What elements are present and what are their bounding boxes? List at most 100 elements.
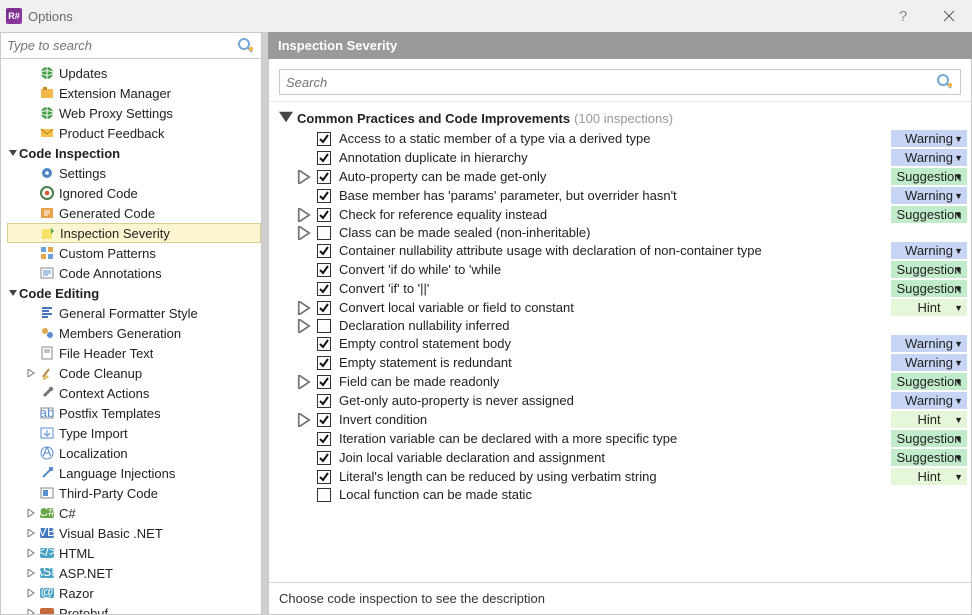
inspection-checkbox[interactable] xyxy=(317,432,331,446)
inspection-group[interactable]: Common Practices and Code Improvements(1… xyxy=(279,108,967,129)
inspection-row[interactable]: Invert conditionHint▼ xyxy=(279,410,967,429)
tree-item[interactable]: General Formatter Style xyxy=(7,303,261,323)
tree-item[interactable]: Code Inspection xyxy=(7,143,261,163)
severity-dropdown[interactable]: Hint▼ xyxy=(891,299,967,316)
inspection-row[interactable]: Base member has 'params' parameter, but … xyxy=(279,186,967,205)
severity-dropdown[interactable]: Suggestion▼ xyxy=(891,280,967,297)
tree-item[interactable]: Third-Party Code xyxy=(7,483,261,503)
tree-item[interactable]: Custom Patterns xyxy=(7,243,261,263)
inspection-checkbox[interactable] xyxy=(317,470,331,484)
tree-item[interactable]: Web Proxy Settings xyxy=(7,103,261,123)
inspection-row[interactable]: Convert local variable or field to const… xyxy=(279,298,967,317)
inspection-checkbox[interactable] xyxy=(317,244,331,258)
tree-item[interactable]: Language Injections xyxy=(7,463,261,483)
inspection-row[interactable]: Annotation duplicate in hierarchyWarning… xyxy=(279,148,967,167)
tree-item[interactable]: </>HTML xyxy=(7,543,261,563)
left-search-input[interactable] xyxy=(7,38,237,53)
tree-item[interactable]: Product Feedback xyxy=(7,123,261,143)
severity-dropdown[interactable]: Warning▼ xyxy=(891,130,967,147)
inspection-checkbox[interactable] xyxy=(317,132,331,146)
inspection-row[interactable]: Get-only auto-property is never assigned… xyxy=(279,391,967,410)
help-button[interactable]: ? xyxy=(880,0,926,32)
tree-item[interactable]: Type Import xyxy=(7,423,261,443)
tree-item[interactable]: Inspection Severity xyxy=(7,223,261,243)
inspection-row[interactable]: Declaration nullability inferred xyxy=(279,317,967,334)
inspection-checkbox[interactable] xyxy=(317,337,331,351)
inspection-checkbox[interactable] xyxy=(317,282,331,296)
inspection-row[interactable]: Convert 'if do while' to 'whileSuggestio… xyxy=(279,260,967,279)
expander-icon[interactable] xyxy=(297,301,311,315)
expander-icon[interactable] xyxy=(297,226,311,240)
severity-dropdown[interactable]: Suggestion▼ xyxy=(891,373,967,390)
severity-dropdown[interactable]: Warning▼ xyxy=(891,242,967,259)
inspection-row[interactable]: Class can be made sealed (non-inheritabl… xyxy=(279,224,967,241)
inspection-checkbox[interactable] xyxy=(317,189,331,203)
expander-icon[interactable] xyxy=(297,170,311,184)
tree-item[interactable]: Updates xyxy=(7,63,261,83)
severity-dropdown[interactable]: Warning▼ xyxy=(891,392,967,409)
tree-item[interactable]: ASPASP.NET xyxy=(7,563,261,583)
inspection-checkbox[interactable] xyxy=(317,319,331,333)
tree-item[interactable]: Protobuf xyxy=(7,603,261,614)
inspection-row[interactable]: Iteration variable can be declared with … xyxy=(279,429,967,448)
severity-dropdown[interactable]: Warning▼ xyxy=(891,187,967,204)
options-tree[interactable]: UpdatesExtension ManagerWeb Proxy Settin… xyxy=(1,59,261,614)
inspection-row[interactable]: Auto-property can be made get-onlySugges… xyxy=(279,167,967,186)
tree-item[interactable]: Code Annotations xyxy=(7,263,261,283)
tree-item[interactable]: VBVisual Basic .NET xyxy=(7,523,261,543)
expander-icon[interactable] xyxy=(25,607,37,614)
tree-item[interactable]: Ignored Code xyxy=(7,183,261,203)
expander-icon[interactable] xyxy=(25,547,37,559)
tree-item[interactable]: File Header Text xyxy=(7,343,261,363)
tree-item[interactable]: @Razor xyxy=(7,583,261,603)
inspection-checkbox[interactable] xyxy=(317,151,331,165)
inspection-row[interactable]: Empty statement is redundantWarning▼ xyxy=(279,353,967,372)
inspection-checkbox[interactable] xyxy=(317,413,331,427)
severity-dropdown[interactable]: Suggestion▼ xyxy=(891,261,967,278)
inspection-checkbox[interactable] xyxy=(317,356,331,370)
severity-dropdown[interactable]: Suggestion▼ xyxy=(891,430,967,447)
inspection-row[interactable]: Join local variable declaration and assi… xyxy=(279,448,967,467)
expander-icon[interactable] xyxy=(7,287,19,299)
expander-icon[interactable] xyxy=(25,507,37,519)
left-search-box[interactable] xyxy=(1,33,261,59)
tree-item[interactable]: ALocalization xyxy=(7,443,261,463)
tree-item[interactable]: Extension Manager xyxy=(7,83,261,103)
inspection-checkbox[interactable] xyxy=(317,488,331,502)
expander-icon[interactable] xyxy=(7,147,19,159)
tree-item[interactable]: Code Editing xyxy=(7,283,261,303)
tree-item[interactable]: Code Cleanup xyxy=(7,363,261,383)
tree-item[interactable]: Context Actions xyxy=(7,383,261,403)
inspection-checkbox[interactable] xyxy=(317,208,331,222)
inspection-list[interactable]: Common Practices and Code Improvements(1… xyxy=(269,101,971,582)
severity-dropdown[interactable]: Warning▼ xyxy=(891,149,967,166)
inspection-row[interactable]: Literal's length can be reduced by using… xyxy=(279,467,967,486)
inspection-checkbox[interactable] xyxy=(317,226,331,240)
close-button[interactable] xyxy=(926,0,972,32)
tree-item[interactable]: abPostfix Templates xyxy=(7,403,261,423)
inspection-checkbox[interactable] xyxy=(317,451,331,465)
expander-icon[interactable] xyxy=(25,567,37,579)
inspection-checkbox[interactable] xyxy=(317,263,331,277)
severity-dropdown[interactable]: Hint▼ xyxy=(891,411,967,428)
tree-item[interactable]: C#C# xyxy=(7,503,261,523)
severity-dropdown[interactable]: Warning▼ xyxy=(891,335,967,352)
expander-icon[interactable] xyxy=(297,413,311,427)
expander-icon[interactable] xyxy=(297,319,311,333)
expander-icon[interactable] xyxy=(25,527,37,539)
tree-item[interactable]: Members Generation xyxy=(7,323,261,343)
inspection-row[interactable]: Local function can be made static xyxy=(279,486,967,503)
inspection-checkbox[interactable] xyxy=(317,301,331,315)
inspection-checkbox[interactable] xyxy=(317,170,331,184)
inspection-row[interactable]: Field can be made readonlySuggestion▼ xyxy=(279,372,967,391)
tree-item[interactable]: Settings xyxy=(7,163,261,183)
inspection-row[interactable]: Empty control statement bodyWarning▼ xyxy=(279,334,967,353)
inspection-checkbox[interactable] xyxy=(317,375,331,389)
inspection-checkbox[interactable] xyxy=(317,394,331,408)
expander-icon[interactable] xyxy=(279,110,293,127)
inspection-row[interactable]: Access to a static member of a type via … xyxy=(279,129,967,148)
right-search-input[interactable] xyxy=(286,75,936,90)
expander-icon[interactable] xyxy=(297,375,311,389)
severity-dropdown[interactable]: Suggestion▼ xyxy=(891,449,967,466)
expander-icon[interactable] xyxy=(297,208,311,222)
